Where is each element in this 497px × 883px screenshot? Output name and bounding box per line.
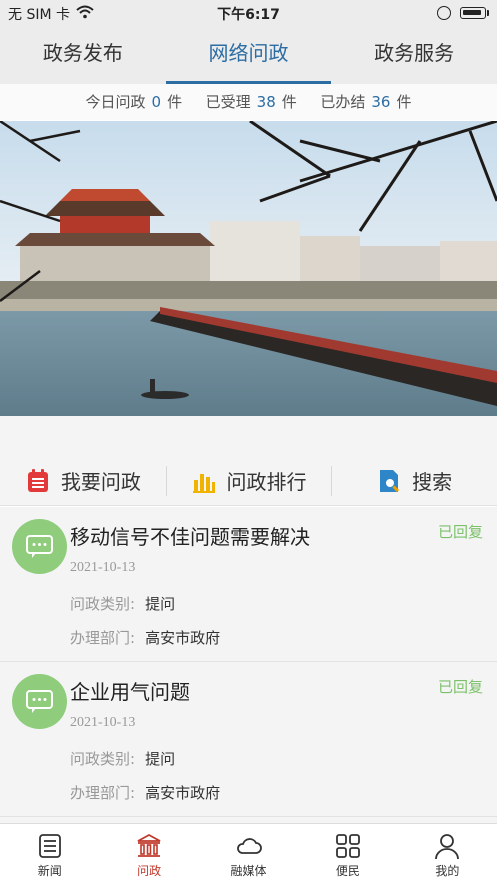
user-icon xyxy=(435,834,460,860)
dept-label: 办理部门: xyxy=(70,629,136,647)
type-label: 问政类别: xyxy=(70,750,136,768)
dept-value: 高安市政府 xyxy=(145,629,221,647)
item-type-row: 问政类别: 提问 xyxy=(70,748,175,769)
status-badge: 已回复 xyxy=(437,678,483,696)
nav-wenzheng[interactable]: 问政 xyxy=(99,824,198,883)
done-count: 36 xyxy=(371,93,391,111)
status-bar: 无 SIM 卡 下午6:17 xyxy=(0,0,497,26)
type-label: 问政类别: xyxy=(70,595,136,613)
question-list: 移动信号不佳问题需要解决 已回复 2021-10-13 问政类别: 提问 办理部门… xyxy=(0,507,497,823)
tab-zhengwu-fuwu[interactable]: 政务服务 xyxy=(331,26,497,84)
nav-wenzheng-label: 问政 xyxy=(137,864,162,878)
ranking-label: 问政排行 xyxy=(226,470,307,494)
bottom-nav: 新闻 问政 融媒体 便民 我的 xyxy=(0,823,497,883)
item-date: 2021-10-13 xyxy=(70,715,136,730)
nav-news-label: 新闻 xyxy=(37,864,62,878)
item-title: 移动信号不佳问题需要解决 xyxy=(70,525,310,549)
item-type-row: 问政类别: 提问 xyxy=(70,593,175,614)
accepted-label: 已受理 xyxy=(205,93,251,111)
search-doc-icon xyxy=(380,469,400,492)
battery-icon xyxy=(460,7,486,19)
search-label: 搜索 xyxy=(412,470,453,494)
top-tabs: 政务发布 网络问政 政务服务 xyxy=(0,26,497,84)
today-label: 今日问政 xyxy=(85,93,146,111)
accepted-count: 38 xyxy=(256,93,276,111)
bar-chart-icon xyxy=(192,473,215,493)
government-building-icon xyxy=(137,833,161,857)
news-icon xyxy=(38,834,61,858)
spacer xyxy=(0,416,497,456)
ranking-button[interactable]: 问政排行 xyxy=(165,456,332,505)
nav-media-label: 融媒体 xyxy=(230,864,267,878)
type-value: 提问 xyxy=(145,750,176,768)
nav-mine-label: 我的 xyxy=(435,864,460,878)
nav-services[interactable]: 便民 xyxy=(298,824,397,883)
status-time: 下午6:17 xyxy=(217,7,280,23)
calendar-icon xyxy=(27,468,48,492)
nav-services-label: 便民 xyxy=(335,864,360,878)
item-dept-row: 办理部门: 高安市政府 xyxy=(70,627,220,648)
cloud-icon xyxy=(236,838,262,854)
item-title: 企业用气问题 xyxy=(70,680,190,704)
nav-news[interactable]: 新闻 xyxy=(0,824,99,883)
today-unit: 件 xyxy=(167,93,183,111)
accepted-unit: 件 xyxy=(281,93,297,111)
ask-question-button[interactable]: 我要问政 xyxy=(0,456,166,505)
status-badge: 已回复 xyxy=(437,523,483,541)
tab-wangluo-wenzheng[interactable]: 网络问政 xyxy=(165,26,332,84)
ask-question-label: 我要问政 xyxy=(60,470,141,494)
list-item[interactable]: 企业用气问题 已回复 2021-10-13 问政类别: 提问 办理部门: 高安市政府 xyxy=(0,662,497,817)
type-value: 提问 xyxy=(145,595,176,613)
chat-bubble-icon xyxy=(12,519,67,574)
item-dept-row: 办理部门: 高安市政府 xyxy=(70,782,220,803)
done-unit: 件 xyxy=(396,93,412,111)
nav-mine[interactable]: 我的 xyxy=(398,824,497,883)
item-date: 2021-10-13 xyxy=(70,560,136,575)
grid-icon xyxy=(336,834,360,858)
done-label: 已办结 xyxy=(320,93,366,111)
chat-bubble-icon xyxy=(12,674,67,729)
tab-zhengwu-fabu[interactable]: 政务发布 xyxy=(0,26,166,84)
action-bar: 我要问政 问政排行 搜索 xyxy=(0,456,497,506)
dept-label: 办理部门: xyxy=(70,784,136,802)
battery-tip xyxy=(487,10,489,16)
nav-media[interactable]: 融媒体 xyxy=(199,824,298,883)
banner-image[interactable] xyxy=(0,121,497,416)
today-count: 0 xyxy=(151,93,162,111)
list-item[interactable]: 移动信号不佳问题需要解决 已回复 2021-10-13 问政类别: 提问 办理部门… xyxy=(0,507,497,662)
stats-bar: 今日问政 0 件 已受理 38 件 已办结 36 件 xyxy=(0,84,497,120)
orientation-lock-icon xyxy=(437,6,451,20)
search-button[interactable]: 搜索 xyxy=(331,456,497,505)
dept-value: 高安市政府 xyxy=(145,784,221,802)
